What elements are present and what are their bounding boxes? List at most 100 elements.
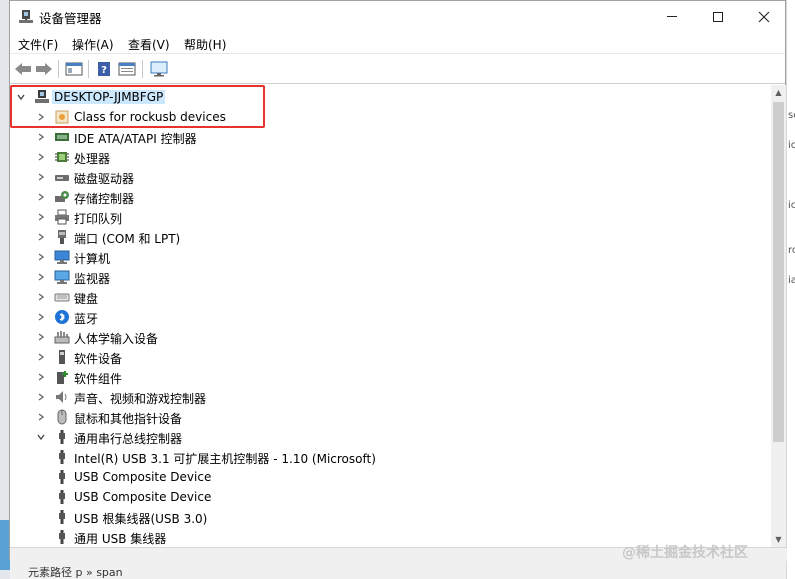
scroll-down-icon[interactable]: ▼ [771,532,786,547]
usb-device-icon [54,529,70,545]
usb-controller-icon [54,429,70,445]
tree-category[interactable]: 存储控制器 [10,187,771,207]
tree-item-label: USB 根集线器(USB 3.0) [74,512,208,526]
usb-device-icon [54,509,70,525]
minimize-icon [667,16,677,17]
chevron-right-icon[interactable] [34,310,48,324]
tree-category[interactable]: 处理器 [10,147,771,167]
help-book-icon: ? [98,62,110,76]
show-hide-console-tree-button[interactable] [65,60,83,78]
forward-arrow-icon [36,63,52,75]
chevron-right-icon[interactable] [34,230,48,244]
chevron-down-icon[interactable] [34,430,48,444]
sound-icon [54,389,70,405]
scroll-up-icon[interactable]: ▲ [771,85,786,100]
tree-item-label: 处理器 [74,152,111,166]
tree-item-label: 人体学输入设备 [74,332,159,346]
console-tree-icon [65,62,83,76]
tree-category[interactable]: 端口 (COM 和 LPT) [10,227,771,247]
chevron-right-icon[interactable] [34,210,48,224]
tree-category[interactable]: 软件组件 [10,367,771,387]
tree-category[interactable]: 磁盘驱动器 [10,167,771,187]
software-device-icon [54,349,70,365]
tree-item-label: 端口 (COM 和 LPT) [74,232,181,246]
bg-text: ia [788,275,795,286]
chevron-right-icon[interactable] [34,370,48,384]
help-button[interactable]: ? [95,60,113,78]
tree-usb-device[interactable]: USB 根集线器(USB 3.0) [10,507,771,527]
highlight-annotation-box [10,85,265,128]
close-button[interactable] [741,1,787,32]
background-right-edge: se ic ic ro ia [786,0,795,579]
title-bar[interactable]: 设备管理器 [10,1,785,32]
bg-text: ic [788,140,795,151]
tree-item-label: 打印队列 [74,212,123,226]
toolbar-separator [142,60,143,78]
chevron-right-icon[interactable] [34,350,48,364]
chevron-right-icon[interactable] [34,390,48,404]
chevron-right-icon[interactable] [34,130,48,144]
tree-category[interactable]: 蓝牙 [10,307,771,327]
tree-item-label: 键盘 [74,292,99,306]
menu-file[interactable]: 文件(F) [18,36,58,53]
tree-category[interactable]: IDE ATA/ATAPI 控制器 [10,127,771,147]
menu-view[interactable]: 查看(V) [128,36,170,53]
bg-text: ic [788,200,795,211]
properties-button[interactable] [118,60,136,78]
usb-device-icon [54,469,70,485]
back-button[interactable] [14,60,32,78]
tree-item-label: 监视器 [74,272,111,286]
tree-usb-device[interactable]: USB Composite Device [10,467,771,487]
printer-icon [54,209,70,225]
chevron-right-icon[interactable] [34,270,48,284]
maximize-button[interactable] [695,1,741,32]
tree-category[interactable]: 鼠标和其他指针设备 [10,407,771,427]
chevron-right-icon[interactable] [34,410,48,424]
tree-item-label: 通用串行总线控制器 [74,432,183,446]
scan-hardware-button[interactable] [150,60,168,78]
tree-category[interactable]: 键盘 [10,287,771,307]
processor-icon [54,149,70,165]
device-manager-icon [19,10,33,23]
device-tree[interactable]: DESKTOP-JJMBFGP Class for rockusb devices… [10,85,771,547]
scrollbar-thumb[interactable] [773,102,784,442]
chevron-right-icon[interactable] [34,190,48,204]
chevron-right-icon[interactable] [34,250,48,264]
chevron-right-icon[interactable] [34,170,48,184]
background-status-hint: 元素路径 p » span [28,566,123,579]
close-icon [758,11,770,22]
back-arrow-icon [15,63,31,75]
maximize-icon [713,11,723,22]
tree-item-label: 磁盘驱动器 [74,172,135,186]
mouse-icon [54,409,70,425]
tree-category[interactable]: 计算机 [10,247,771,267]
tree-usb-device[interactable]: Intel(R) USB 3.1 可扩展主机控制器 - 1.10 (Micros… [10,447,771,467]
tree-item-label: 存储控制器 [74,192,135,206]
tree-category[interactable]: 通用串行总线控制器 [10,427,771,447]
chevron-right-icon[interactable] [34,150,48,164]
menu-action[interactable]: 操作(A) [72,36,114,53]
scan-monitor-icon [150,61,168,77]
tree-item-label: USB Composite Device [74,470,212,484]
tree-item-label: 声音、视频和游戏控制器 [74,392,207,406]
vertical-scrollbar[interactable]: ▲ ▼ [771,85,786,547]
port-icon [54,229,70,245]
minimize-button[interactable] [649,1,695,32]
tree-category[interactable]: 打印队列 [10,207,771,227]
chevron-right-icon[interactable] [34,330,48,344]
tree-category[interactable]: 声音、视频和游戏控制器 [10,387,771,407]
ide-controller-icon [54,129,70,145]
forward-button[interactable] [35,60,53,78]
tree-usb-device[interactable]: USB Composite Device [10,487,771,507]
tree-category[interactable]: 监视器 [10,267,771,287]
tree-item-label: 通用 USB 集线器 [74,532,167,546]
software-component-icon [54,369,70,385]
tree-category[interactable]: 软件设备 [10,347,771,367]
tree-item-label: 蓝牙 [74,312,99,326]
watermark: @稀土掘金技术社区 [622,545,748,561]
bluetooth-icon [54,309,70,325]
chevron-right-icon[interactable] [34,290,48,304]
tree-category[interactable]: 人体学输入设备 [10,327,771,347]
menu-help[interactable]: 帮助(H) [184,36,226,53]
computer-icon [54,249,70,265]
